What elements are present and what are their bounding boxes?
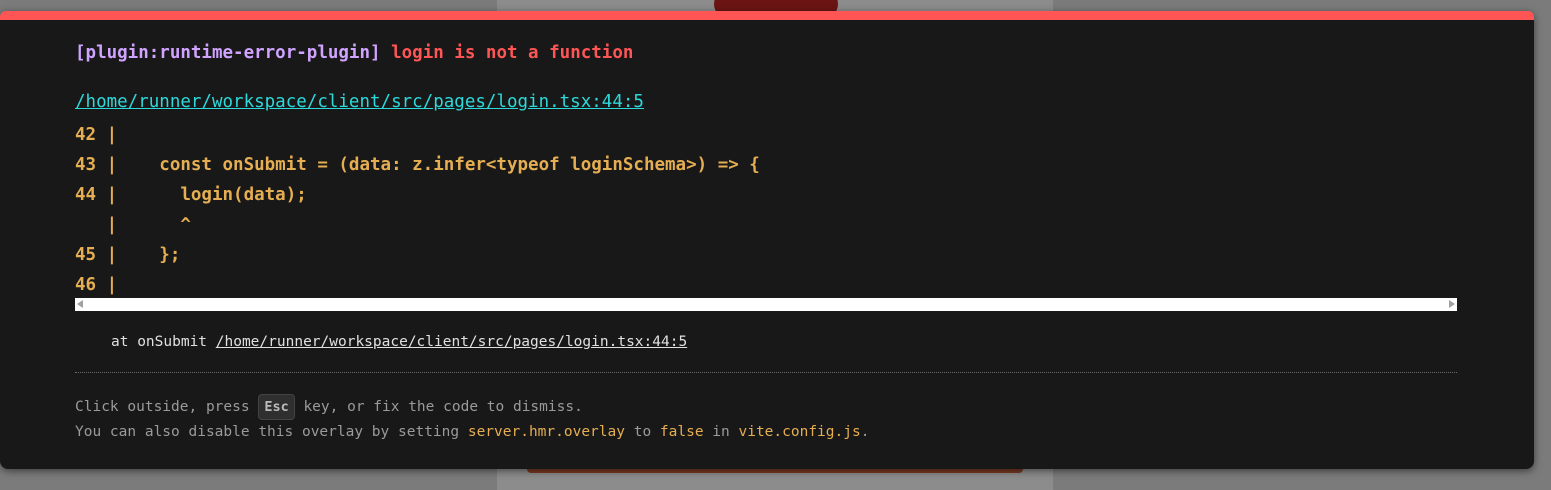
code-line: 46 | (75, 275, 118, 295)
setting-name: server.hmr.overlay (467, 424, 625, 440)
error-overlay: [plugin:runtime-error-plugin] login is n… (0, 11, 1534, 469)
code-line: 45 | }; (75, 245, 181, 265)
tip-text: . (860, 424, 870, 440)
scroll-right-icon[interactable] (1449, 300, 1455, 308)
error-plugin-label: [plugin:runtime-error-plugin] (75, 43, 381, 63)
divider (75, 372, 1457, 373)
tip-text: key, or fix the code to dismiss. (294, 399, 583, 415)
tip-text: You can also disable this overlay by set… (75, 424, 468, 440)
tip-text: to (624, 424, 660, 440)
esc-key: Esc (258, 394, 295, 420)
config-file-name: vite.config.js (738, 424, 861, 440)
scroll-left-icon[interactable] (77, 300, 83, 308)
stack-trace: at onSubmit /home/runner/workspace/clien… (111, 334, 687, 350)
code-line-caret: | ^ (75, 215, 191, 235)
horizontal-scrollbar[interactable] (75, 298, 1457, 311)
code-frame: 42 | 43 | const onSubmit = (data: z.infe… (75, 120, 1457, 300)
tip-text: in (703, 424, 739, 440)
stack-file-link[interactable]: /home/runner/workspace/client/src/pages/… (216, 334, 687, 350)
error-file-link[interactable]: /home/runner/workspace/client/src/pages/… (75, 92, 644, 112)
code-line: 43 | const onSubmit = (data: z.infer<typ… (75, 155, 760, 175)
stack-prefix: at onSubmit (111, 334, 208, 350)
code-line-error: 44 | login(data); (75, 185, 307, 205)
code-line: 42 | (75, 125, 118, 145)
disable-overlay-tip: You can also disable this overlay by set… (75, 424, 869, 440)
error-message: [plugin:runtime-error-plugin] login is n… (75, 43, 633, 63)
dismiss-tip: Click outside, press Esc key, or fix the… (75, 394, 583, 420)
error-message-text: login is not a function (391, 43, 634, 63)
tip-text: Click outside, press (75, 399, 259, 415)
setting-value: false (659, 424, 704, 440)
